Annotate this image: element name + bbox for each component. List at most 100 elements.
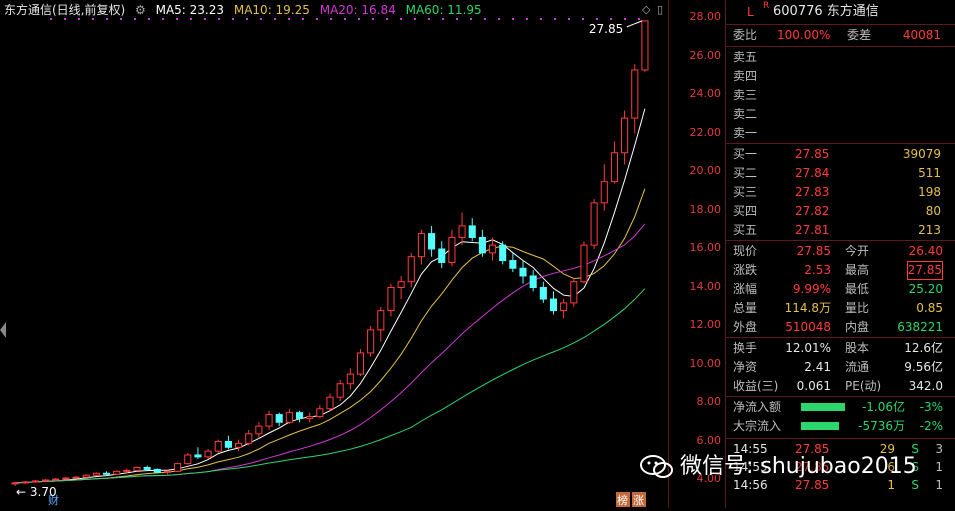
candle-body bbox=[367, 329, 375, 354]
candle-body bbox=[580, 244, 588, 283]
quote-panel: L R 600776 东方通信 委比 100.00% 委差 40081 卖五 卖四… bbox=[725, 0, 955, 508]
axis-tick-label: 16.00 bbox=[689, 241, 722, 254]
candle-body bbox=[346, 373, 354, 385]
quote-value: 2.53 bbox=[804, 263, 831, 277]
candle-body bbox=[153, 468, 161, 473]
candle-body bbox=[509, 260, 517, 269]
quote-label: 涨幅 bbox=[733, 282, 758, 296]
candle-body bbox=[316, 408, 324, 417]
fund-label: 换手 bbox=[733, 341, 758, 355]
candle-body bbox=[224, 441, 232, 448]
candle-body bbox=[458, 225, 466, 238]
axis-tick-label: 24.00 bbox=[689, 87, 722, 100]
quote-row: 现价 27.85 今开 26.40 bbox=[725, 242, 955, 261]
fund-label: PE(动) bbox=[845, 379, 882, 393]
sell-row[interactable]: 卖三 bbox=[725, 86, 955, 105]
candle-body bbox=[184, 454, 192, 465]
weicha-value: 40081 bbox=[902, 28, 941, 42]
candle-body bbox=[560, 302, 568, 312]
fund-value: 9.56亿 bbox=[904, 360, 943, 374]
candle-body bbox=[600, 181, 608, 204]
fund-value: 12.6亿 bbox=[904, 341, 943, 355]
axis-tick-label: 14.00 bbox=[689, 279, 722, 293]
buy-row[interactable]: 买四 27.82 80 bbox=[725, 202, 955, 221]
legend-ma20: MA20: 16.84 bbox=[319, 3, 396, 17]
sell-row[interactable]: 卖一 bbox=[725, 124, 955, 143]
high-price-pointer bbox=[626, 20, 643, 28]
flow-label: 大宗流入 bbox=[733, 419, 782, 433]
candle-body bbox=[72, 476, 80, 479]
buy-volume: 39079 bbox=[902, 147, 941, 161]
candle-body bbox=[488, 244, 497, 254]
legend-ma10: MA10: 19.25 bbox=[233, 3, 310, 17]
quote-value: 114.8万 bbox=[784, 301, 831, 315]
candle-body bbox=[52, 478, 60, 481]
kline-chart[interactable]: 27.85 ← 3.70 财榜涨 bbox=[0, 0, 724, 508]
sell-label: 卖四 bbox=[733, 69, 758, 83]
l-marker: L bbox=[747, 5, 754, 19]
buy-row[interactable]: 买一 27.85 39079 bbox=[725, 145, 955, 164]
left-scroll-arrow-icon bbox=[0, 322, 6, 338]
settings-gear-icon[interactable]: ⚙ bbox=[135, 2, 146, 18]
buy-volume: 198 bbox=[918, 185, 941, 199]
stock-title[interactable]: 600776 东方通信 bbox=[773, 0, 879, 24]
diamond-icon[interactable]: ◇ bbox=[642, 3, 650, 16]
candle-body bbox=[102, 472, 111, 475]
ma5-line bbox=[15, 108, 646, 484]
watermark-text: 微信号: shujubao2015 bbox=[680, 454, 917, 479]
quote-label: 现价 bbox=[733, 244, 758, 258]
axis-tick-label: 20.00 bbox=[689, 164, 722, 177]
candle-body bbox=[549, 298, 558, 312]
sell-label: 卖二 bbox=[733, 107, 758, 121]
sell-row[interactable]: 卖四 bbox=[725, 67, 955, 86]
flow-value: -1.06亿 bbox=[861, 400, 905, 414]
buy-row[interactable]: 买三 27.83 198 bbox=[725, 183, 955, 202]
event-marker-zhang: 涨 bbox=[633, 494, 644, 507]
fund-label: 流通 bbox=[845, 360, 870, 374]
candle-body bbox=[610, 152, 618, 183]
quote-row: 总量 114.8万 量比 0.85 bbox=[725, 299, 955, 318]
candle-body bbox=[275, 414, 283, 423]
buy-price: 27.84 bbox=[795, 166, 830, 180]
candle-body bbox=[235, 442, 243, 448]
axis-tick-label: 26.00 bbox=[689, 48, 722, 62]
candle-body bbox=[631, 69, 639, 119]
divider bbox=[725, 396, 955, 397]
buy-row[interactable]: 买二 27.84 511 bbox=[725, 164, 955, 183]
quote-row: 外盘 510048 内盘 638221 bbox=[725, 318, 955, 337]
candle-body bbox=[245, 433, 253, 444]
buy-volume: 80 bbox=[925, 204, 941, 218]
candle-body bbox=[174, 463, 182, 472]
buy-price: 27.82 bbox=[795, 204, 830, 218]
legend-title[interactable]: 东方通信(日线,前复权) bbox=[4, 3, 125, 17]
buy-volume: 213 bbox=[918, 223, 941, 237]
ma10-line bbox=[15, 188, 646, 484]
quote-value: 25.20 bbox=[908, 282, 943, 296]
divider bbox=[725, 24, 955, 25]
candle-body bbox=[204, 450, 212, 458]
buy-row[interactable]: 买五 27.81 213 bbox=[725, 221, 955, 240]
quote-row: 涨幅 9.99% 最低 25.20 bbox=[725, 280, 955, 299]
fund-row: 收益(三) 0.061 PE(动) 342.0 bbox=[725, 377, 955, 396]
event-marker-cai: 财 bbox=[48, 493, 59, 507]
candle-body bbox=[356, 352, 365, 375]
candle-body bbox=[295, 412, 304, 419]
fund-value: 12.01% bbox=[785, 341, 831, 355]
flow-label: 净流入额 bbox=[733, 400, 782, 414]
axis-tick-label: 6.00 bbox=[696, 433, 722, 447]
buy-label: 买二 bbox=[733, 166, 758, 180]
quote-label: 总量 bbox=[733, 301, 758, 315]
sell-row[interactable]: 卖五 bbox=[725, 48, 955, 67]
collapse-panel-icon[interactable]: ▯ bbox=[657, 3, 663, 16]
fund-row: 换手 12.01% 股本 12.6亿 bbox=[725, 339, 955, 358]
candle-body bbox=[448, 236, 456, 263]
sell-row[interactable]: 卖二 bbox=[725, 105, 955, 124]
weibi-value: 100.00% bbox=[777, 28, 831, 42]
candle-body bbox=[570, 281, 578, 304]
candle-body bbox=[214, 441, 222, 452]
quote-value: 27.85 bbox=[796, 244, 831, 258]
candle-body bbox=[113, 470, 121, 475]
candle-body bbox=[82, 474, 90, 478]
kline-svg: 27.85← 3.70财榜涨 bbox=[0, 18, 650, 507]
quote-value: 27.85 bbox=[906, 261, 943, 280]
